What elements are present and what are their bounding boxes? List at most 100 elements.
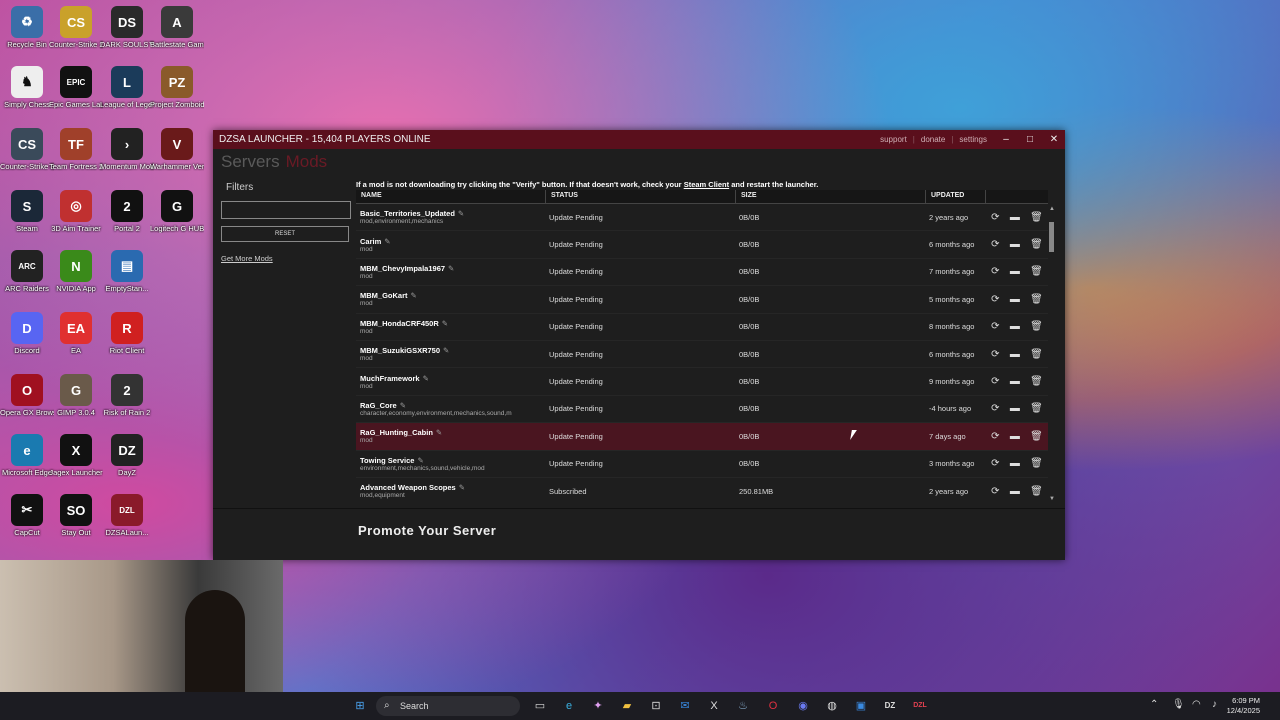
desktop-icon[interactable]: G GIMP 3.0.4 [49,374,103,417]
scroll-up-icon[interactable]: ▲ [1049,206,1055,212]
column-size[interactable]: SIZE [736,190,926,203]
microphone-icon[interactable]: 🎙 [1172,699,1185,710]
mod-name[interactable]: RaG_Hunting_Cabin ✎ [360,428,546,437]
desktop-icon[interactable]: V Warhammer Vermintide 2 [150,128,204,171]
desktop-icon[interactable]: S Steam [0,190,54,233]
verify-icon[interactable]: ⟳ [991,321,999,332]
table-row[interactable]: Advanced Weapon Scopes ✎ mod,equipment Su… [356,478,1048,504]
delete-icon[interactable]: 🗑 [1030,376,1043,387]
folder-icon[interactable]: ▬ [1010,458,1020,469]
folder-icon[interactable]: ▬ [1010,239,1020,250]
mod-name[interactable]: Carim ✎ [360,237,546,246]
table-row[interactable]: Carim ✎ mod Update Pending 0B/0B 6 months… [356,231,1048,259]
store-icon[interactable]: ⊡ [648,698,664,714]
desktop-icon[interactable]: ✂ CapCut [0,494,54,537]
table-row[interactable]: MBM_HondaCRF450R ✎ mod Update Pending 0B/… [356,314,1048,341]
wifi-icon[interactable]: ◠ [1192,699,1201,710]
dzsa-launcher-icon[interactable]: DZL [912,698,928,714]
desktop-icon[interactable]: X Jagex Launcher [49,434,103,477]
delete-icon[interactable]: 🗑 [1030,212,1043,223]
desktop-icon[interactable]: ♞ Simply Chess [0,66,54,109]
scroll-down-icon[interactable]: ▼ [1049,496,1055,502]
pin-icon[interactable]: ✎ [384,237,390,246]
copilot-icon[interactable]: ✦ [590,698,606,714]
folder-icon[interactable]: ▬ [1010,321,1020,332]
desktop-icon[interactable]: ◎ 3D Aim Trainer [49,190,103,233]
tray-chevron-icon[interactable]: ⌃ [1150,699,1158,710]
pin-icon[interactable]: ✎ [411,291,417,300]
desktop-icon[interactable]: e Microsoft Edge [0,434,54,477]
column-status[interactable]: STATUS [546,190,736,203]
mail-icon[interactable]: ✉ [677,698,693,714]
pin-icon[interactable]: ✎ [400,401,406,410]
verify-icon[interactable]: ⟳ [991,403,999,414]
mod-name[interactable]: RaG_Core ✎ [360,401,546,410]
verify-icon[interactable]: ⟳ [991,239,999,250]
verify-icon[interactable]: ⟳ [991,458,999,469]
table-row[interactable]: MBM_GoKart ✎ mod Update Pending 0B/0B 5 m… [356,286,1048,314]
verify-icon[interactable]: ⟳ [991,486,999,497]
folder-icon[interactable]: ▬ [1010,403,1020,414]
folder-icon[interactable]: ▬ [1010,349,1020,360]
close-button[interactable]: ✕ [1049,134,1059,145]
verify-icon[interactable]: ⟳ [991,212,999,223]
delete-icon[interactable]: 🗑 [1030,349,1043,360]
pin-icon[interactable]: ✎ [459,483,465,492]
tab-mods[interactable]: Mods [286,152,328,172]
delete-icon[interactable]: 🗑 [1030,321,1043,332]
mod-name[interactable]: Towing Service ✎ [360,456,546,465]
mod-name[interactable]: Advanced Weapon Scopes ✎ [360,483,546,492]
desktop-icon[interactable]: CS Counter-Strike Source [0,128,54,171]
desktop-icon[interactable]: ARC ARC Raiders [0,250,54,293]
desktop-icon[interactable]: DS DARK SOULS™ III [100,6,154,49]
desktop-icon[interactable]: ♻ Recycle Bin [0,6,54,49]
table-row[interactable]: MBM_SuzukiGSXR750 ✎ mod Update Pending 0B… [356,341,1048,369]
desktop-icon[interactable]: DZL DZSALaun... [100,494,154,537]
delete-icon[interactable]: 🗑 [1030,431,1043,442]
desktop-icon[interactable]: R Riot Client [100,312,154,355]
mod-name[interactable]: MuchFramework ✎ [360,374,546,383]
desktop-icon[interactable]: › Momentum Mod Playtest [100,128,154,171]
filter-input[interactable] [221,201,351,219]
delete-icon[interactable]: 🗑 [1030,239,1043,250]
delete-icon[interactable]: 🗑 [1030,294,1043,305]
pin-icon[interactable]: ✎ [458,209,464,218]
desktop-icon[interactable]: L League of Legends [100,66,154,109]
table-row[interactable]: MuchFramework ✎ mod Update Pending 0B/0B … [356,368,1048,396]
scrollbar[interactable]: ▲ ▼ [1049,206,1055,502]
search-box[interactable]: ⌕ Search [376,696,520,716]
edge-icon[interactable]: e [561,698,577,714]
mod-name[interactable]: MBM_HondaCRF450R ✎ [360,319,546,328]
promote-server-banner[interactable]: Promote Your Server [358,523,496,538]
donate-link[interactable]: donate [921,135,945,144]
system-clock[interactable]: 6:09 PM 12/4/2025 [1227,696,1260,716]
support-link[interactable]: support [880,135,907,144]
verify-icon[interactable]: ⟳ [991,349,999,360]
pin-icon[interactable]: ✎ [417,456,423,465]
desktop-icon[interactable]: N NVIDIA App [49,250,103,293]
desktop-icon[interactable]: D Discord [0,312,54,355]
tab-servers[interactable]: Servers [221,152,280,172]
file-explorer-icon[interactable]: ▰ [619,698,635,714]
verify-icon[interactable]: ⟳ [991,431,999,442]
desktop-icon[interactable]: O Opera GX Browser [0,374,54,417]
verify-icon[interactable]: ⟳ [991,294,999,305]
folder-icon[interactable]: ▬ [1010,431,1020,442]
pin-icon[interactable]: ✎ [443,346,449,355]
desktop-icon[interactable]: TF Team Fortress 2 [49,128,103,171]
delete-icon[interactable]: 🗑 [1030,458,1043,469]
table-row[interactable]: RaG_Core ✎ character,economy,environment,… [356,396,1048,424]
desktop-icon[interactable]: DZ DayZ [100,434,154,477]
volume-icon[interactable]: ♪ [1212,699,1217,710]
verify-icon[interactable]: ⟳ [991,376,999,387]
table-row[interactable]: Towing Service ✎ environment,mechanics,so… [356,451,1048,478]
folder-icon[interactable]: ▬ [1010,294,1020,305]
steam-client-link[interactable]: Steam Client [684,180,729,189]
desktop-icon[interactable]: A Battlestate Games L... [150,6,204,49]
column-name[interactable]: NAME [356,190,546,203]
desktop-icon[interactable]: CS Counter-Strike 2 [49,6,103,49]
jagex-icon[interactable]: X [706,698,722,714]
dayz-icon[interactable]: DZ [882,698,898,714]
obs-icon[interactable]: ◍ [824,698,840,714]
pin-icon[interactable]: ✎ [448,264,454,273]
